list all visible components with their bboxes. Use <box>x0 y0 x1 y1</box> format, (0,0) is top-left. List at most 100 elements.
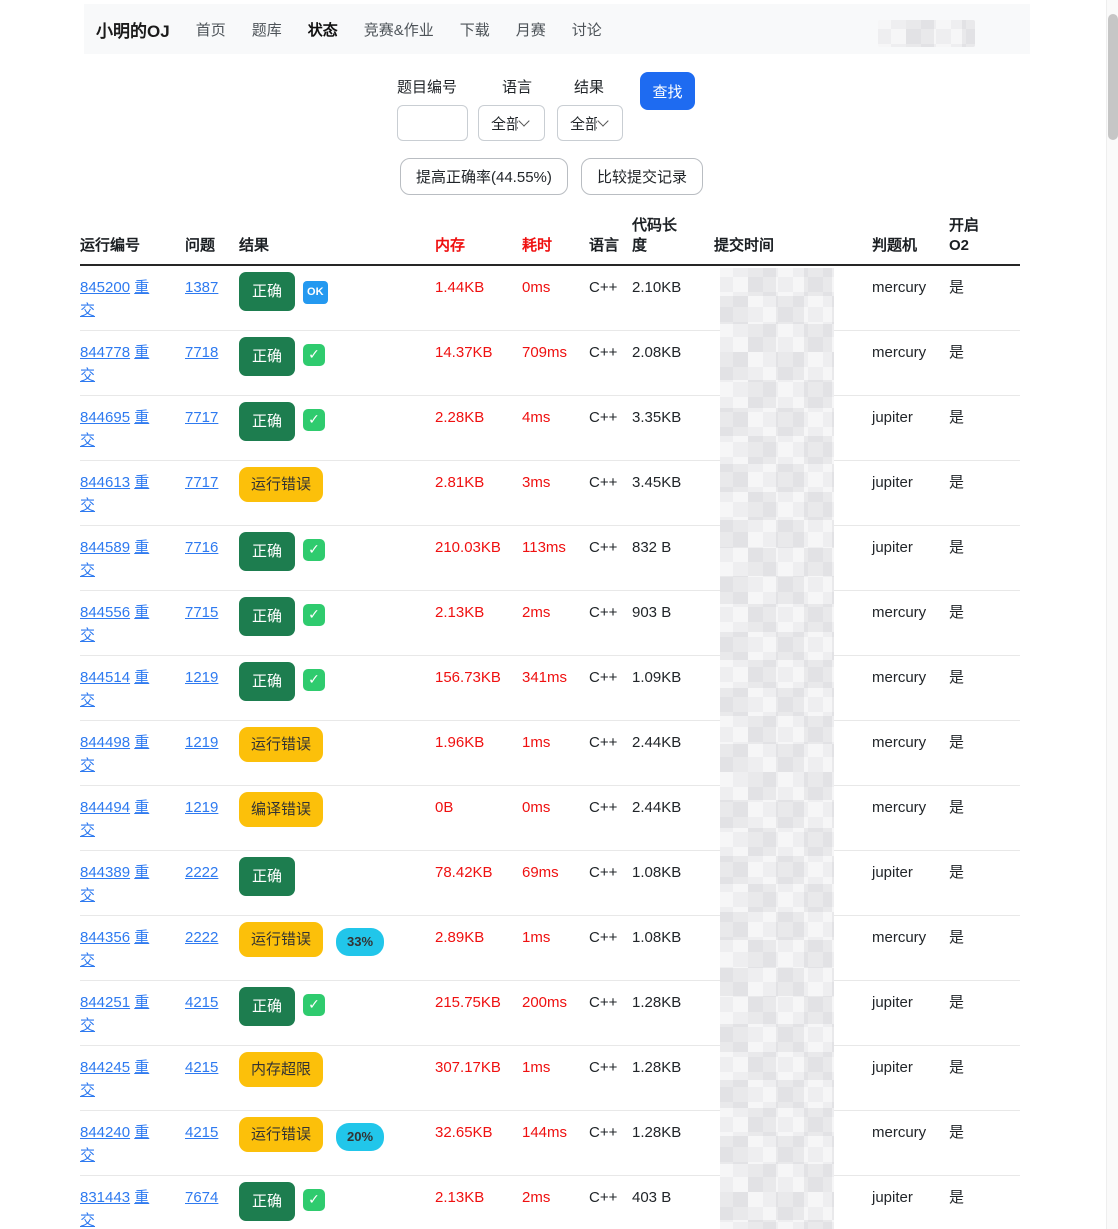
nav-item-6[interactable]: 月赛 <box>516 19 546 40</box>
problem-id-input[interactable] <box>397 105 468 141</box>
problem-link[interactable]: 1387 <box>185 279 218 296</box>
o2-cell: 是 <box>949 1059 965 1076</box>
result-badge[interactable]: 正确 <box>239 337 296 377</box>
result-badge[interactable]: 运行错误 <box>239 467 324 503</box>
result-badge[interactable]: 正确 <box>239 1182 296 1222</box>
result-cell: 编译错误 <box>239 786 435 850</box>
user-info-blurred <box>878 20 975 47</box>
run-id-link[interactable]: 845200 <box>80 279 130 296</box>
status-page: 小明的OJ 首页 题库 状态 竞赛&作业 下载 月赛 讨论 题目编号 语言 结果 全部 全部… <box>0 0 1118 1229</box>
run-id-cell: 844245 重交 <box>80 1046 185 1110</box>
column-header: 判题机 <box>872 236 918 254</box>
result-badge[interactable]: 运行错误 <box>239 1117 324 1153</box>
result-badge[interactable]: 正确 <box>239 857 296 897</box>
run-id-link[interactable]: 844356 <box>80 929 130 946</box>
run-id-link[interactable]: 844389 <box>80 864 130 881</box>
code-length-cell: 2.08KB <box>632 344 682 361</box>
run-id-link[interactable]: 844494 <box>80 799 130 816</box>
table-row: 844589 重交 7716 正确 ✓ 210.03KB 113ms C++ 832 B jup… <box>80 526 1020 591</box>
run-id-link[interactable]: 831443 <box>80 1189 130 1206</box>
run-id-cell: 844695 重交 <box>80 396 185 460</box>
run-id-cell: 844389 重交 <box>80 851 185 915</box>
nav-item-3[interactable]: 状态 <box>308 19 338 40</box>
run-id-link[interactable]: 844245 <box>80 1059 130 1076</box>
language-cell: C++ <box>589 1059 618 1076</box>
result-badge[interactable]: 运行错误 <box>239 922 324 958</box>
problem-link[interactable]: 4215 <box>185 1124 218 1141</box>
problem-cell: 1219 <box>185 656 239 720</box>
memory-cell: 1.44KB <box>435 279 485 296</box>
memory-cell: 2.13KB <box>435 604 485 621</box>
problem-link[interactable]: 7718 <box>185 344 218 361</box>
result-badge[interactable]: 正确 <box>239 597 296 637</box>
nav-item-5[interactable]: 下载 <box>460 19 490 40</box>
result-badge[interactable]: 内存超限 <box>239 1052 324 1088</box>
result-badge[interactable]: 正确 <box>239 272 296 312</box>
search-panel: 题目编号 语言 结果 全部 全部 查找 提高正确率(44.55%) 比较提交记录 <box>84 54 1030 204</box>
result-badge[interactable]: 正确 <box>239 532 296 572</box>
run-id-link[interactable]: 844778 <box>80 344 130 361</box>
problem-link[interactable]: 1219 <box>185 669 218 686</box>
pass-percentage-badge: 20% <box>336 1123 385 1152</box>
problem-link[interactable]: 7717 <box>185 474 218 491</box>
table-row: 844695 重交 7717 正确 ✓ 2.28KB 4ms C++ 3.35KB jupite… <box>80 396 1020 461</box>
nav-item-1[interactable]: 首页 <box>196 19 226 40</box>
problem-link[interactable]: 7716 <box>185 539 218 556</box>
language-cell: C++ <box>589 994 618 1011</box>
problem-link[interactable]: 7717 <box>185 409 218 426</box>
problem-link[interactable]: 2222 <box>185 929 218 946</box>
run-id-link[interactable]: 844556 <box>80 604 130 621</box>
search-button[interactable]: 查找 <box>640 72 695 110</box>
language-select[interactable]: 全部 <box>478 105 545 141</box>
o2-cell: 是 <box>949 474 965 491</box>
time-used-cell: 709ms <box>522 344 568 361</box>
language-cell: C++ <box>589 604 618 621</box>
language-cell: C++ <box>589 279 618 296</box>
column-header: 问题 <box>185 236 216 254</box>
time-used-cell: 1ms <box>522 1059 551 1076</box>
problem-link[interactable]: 7674 <box>185 1189 218 1206</box>
result-badge[interactable]: 正确 <box>239 987 296 1027</box>
problem-link[interactable]: 4215 <box>185 994 218 1011</box>
problem-cell: 7717 <box>185 461 239 525</box>
run-id-link[interactable]: 844251 <box>80 994 130 1011</box>
result-cell: 正确 ✓ <box>239 526 435 590</box>
run-id-cell: 844498 重交 <box>80 721 185 785</box>
nav-item-7[interactable]: 讨论 <box>572 19 602 40</box>
table-row: 831443 重交 7674 正确 ✓ 2.13KB 2ms C++ 403 B jupiter… <box>80 1176 1020 1229</box>
run-id-link[interactable]: 844695 <box>80 409 130 426</box>
run-id-cell: 844613 重交 <box>80 461 185 525</box>
problem-link[interactable]: 1219 <box>185 734 218 751</box>
brand-logo[interactable]: 小明的OJ <box>96 17 170 42</box>
vertical-scrollbar[interactable] <box>1106 0 1118 1229</box>
run-id-link[interactable]: 844514 <box>80 669 130 686</box>
judger-cell: jupiter <box>872 474 913 491</box>
compare-submissions-button[interactable]: 比较提交记录 <box>581 158 704 195</box>
improve-accuracy-button[interactable]: 提高正确率(44.55%) <box>400 158 568 195</box>
code-length-cell: 1.09KB <box>632 669 682 686</box>
result-badge[interactable]: 编译错误 <box>239 792 324 828</box>
nav-item-2[interactable]: 题库 <box>252 19 282 40</box>
problem-cell: 2222 <box>185 916 239 980</box>
run-id-link[interactable]: 844240 <box>80 1124 130 1141</box>
language-label: 语言 <box>502 79 533 96</box>
result-badge[interactable]: 运行错误 <box>239 727 324 763</box>
run-id-link[interactable]: 844498 <box>80 734 130 751</box>
problem-link[interactable]: 1219 <box>185 799 218 816</box>
memory-cell: 1.96KB <box>435 734 485 751</box>
run-id-link[interactable]: 844589 <box>80 539 130 556</box>
result-select[interactable]: 全部 <box>557 105 623 141</box>
problem-link[interactable]: 2222 <box>185 864 218 881</box>
code-length-cell: 2.10KB <box>632 279 682 296</box>
run-id-link[interactable]: 844613 <box>80 474 130 491</box>
judger-cell: mercury <box>872 734 927 751</box>
problem-link[interactable]: 4215 <box>185 1059 218 1076</box>
problem-link[interactable]: 7715 <box>185 604 218 621</box>
result-badge[interactable]: 正确 <box>239 402 296 442</box>
run-id-cell: 845200 重交 <box>80 266 185 330</box>
result-cell: 正确 ✓ <box>239 1176 435 1229</box>
result-badge[interactable]: 正确 <box>239 662 296 702</box>
nav-item-4[interactable]: 竞赛&作业 <box>364 19 434 40</box>
scrollbar-thumb[interactable] <box>1108 14 1118 140</box>
table-row: 844556 重交 7715 正确 ✓ 2.13KB 2ms C++ 903 B mercury… <box>80 591 1020 656</box>
